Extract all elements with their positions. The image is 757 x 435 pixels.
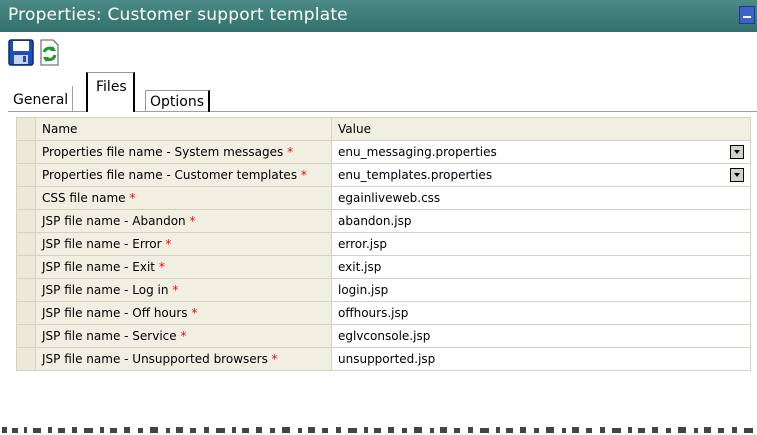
- required-marker: *: [172, 283, 179, 297]
- property-name-cell: Properties file name - Customer template…: [35, 163, 332, 187]
- window-title: Properties: Customer support template: [8, 5, 348, 25]
- title-bar: Properties: Customer support template: [0, 0, 757, 32]
- table-row[interactable]: JSP file name - Error * error.jsp: [16, 232, 751, 256]
- row-selector[interactable]: [16, 278, 36, 302]
- value-dropdown[interactable]: enu_messaging.properties: [331, 140, 751, 164]
- required-marker: *: [158, 260, 165, 274]
- property-name-cell: CSS file name *: [35, 186, 332, 210]
- tab-general[interactable]: General: [9, 86, 74, 112]
- property-value: egainliveweb.css: [338, 191, 441, 205]
- row-selector[interactable]: [16, 347, 36, 371]
- required-marker: *: [271, 352, 278, 366]
- row-selector[interactable]: [16, 209, 36, 233]
- value-dropdown[interactable]: enu_templates.properties: [331, 163, 751, 187]
- property-name-cell: JSP file name - Abandon *: [35, 209, 332, 233]
- table-row[interactable]: JSP file name - Log in * login.jsp: [16, 278, 751, 302]
- property-name: JSP file name - Exit: [42, 260, 156, 274]
- property-name: JSP file name - Error: [42, 237, 162, 251]
- table-row[interactable]: JSP file name - Service * eglvconsole.jsp: [16, 324, 751, 348]
- property-name-cell: JSP file name - Log in *: [35, 278, 332, 302]
- property-value: unsupported.jsp: [338, 352, 436, 366]
- property-value: eglvconsole.jsp: [338, 329, 431, 343]
- property-name: Properties file name - Customer template…: [42, 168, 298, 182]
- table-row[interactable]: JSP file name - Off hours * offhours.jsp: [16, 301, 751, 325]
- column-header-value[interactable]: Value: [331, 117, 751, 141]
- refresh-icon: [40, 39, 59, 66]
- property-name: JSP file name - Service: [42, 329, 177, 343]
- tab-strip: General Files Options: [8, 72, 757, 112]
- required-marker: *: [191, 306, 198, 320]
- dropdown-arrow-icon[interactable]: [730, 145, 744, 159]
- required-marker: *: [287, 145, 294, 159]
- save-button[interactable]: [8, 39, 34, 66]
- property-name-cell: JSP file name - Error *: [35, 232, 332, 256]
- row-selector[interactable]: [16, 163, 36, 187]
- required-marker: *: [189, 214, 196, 228]
- property-name: JSP file name - Log in: [42, 283, 169, 297]
- property-value: error.jsp: [338, 237, 387, 251]
- value-field[interactable]: error.jsp: [331, 232, 751, 256]
- required-marker: *: [180, 329, 187, 343]
- property-value: enu_messaging.properties: [338, 145, 497, 159]
- table-row[interactable]: JSP file name - Abandon * abandon.jsp: [16, 209, 751, 233]
- row-selector-header: [16, 117, 36, 141]
- value-field[interactable]: exit.jsp: [331, 255, 751, 279]
- value-field[interactable]: eglvconsole.jsp: [331, 324, 751, 348]
- value-field[interactable]: offhours.jsp: [331, 301, 751, 325]
- table-row[interactable]: Properties file name - Customer template…: [16, 163, 751, 187]
- property-value: abandon.jsp: [338, 214, 412, 228]
- table-row[interactable]: Properties file name - System messages *…: [16, 140, 751, 164]
- grid-header-row: Name Value: [16, 117, 751, 141]
- table-row[interactable]: JSP file name - Unsupported browsers * un…: [16, 347, 751, 371]
- row-selector[interactable]: [16, 232, 36, 256]
- refresh-button[interactable]: [36, 39, 62, 66]
- row-selector[interactable]: [16, 140, 36, 164]
- property-value: offhours.jsp: [338, 306, 409, 320]
- required-marker: *: [300, 168, 307, 182]
- row-selector[interactable]: [16, 324, 36, 348]
- property-name-cell: JSP file name - Off hours *: [35, 301, 332, 325]
- tab-files[interactable]: Files: [86, 72, 135, 112]
- dropdown-arrow-icon[interactable]: [730, 168, 744, 182]
- column-header-name[interactable]: Name: [35, 117, 332, 141]
- clipped-text-decoration: [2, 427, 753, 433]
- property-name-cell: JSP file name - Exit *: [35, 255, 332, 279]
- table-row[interactable]: JSP file name - Exit * exit.jsp: [16, 255, 751, 279]
- property-name: CSS file name: [42, 191, 126, 205]
- property-name: JSP file name - Off hours: [42, 306, 188, 320]
- property-name-cell: JSP file name - Unsupported browsers *: [35, 347, 332, 371]
- row-selector[interactable]: [16, 301, 36, 325]
- table-row[interactable]: CSS file name * egainliveweb.css: [16, 186, 751, 210]
- value-field[interactable]: login.jsp: [331, 278, 751, 302]
- property-name: JSP file name - Unsupported browsers: [42, 352, 268, 366]
- save-icon: [8, 39, 34, 66]
- partial-text-strip: [0, 424, 757, 435]
- property-name: Properties file name - System messages: [42, 145, 284, 159]
- property-name: JSP file name - Abandon: [42, 214, 186, 228]
- value-field[interactable]: abandon.jsp: [331, 209, 751, 233]
- property-value: login.jsp: [338, 283, 389, 297]
- properties-grid: Name Value Properties file name - System…: [16, 117, 751, 371]
- value-field[interactable]: egainliveweb.css: [331, 186, 751, 210]
- property-value: enu_templates.properties: [338, 168, 493, 182]
- required-marker: *: [129, 191, 136, 205]
- required-marker: *: [165, 237, 172, 251]
- tab-options[interactable]: Options: [145, 90, 211, 112]
- property-name-cell: JSP file name - Service *: [35, 324, 332, 348]
- row-selector[interactable]: [16, 255, 36, 279]
- property-value: exit.jsp: [338, 260, 382, 274]
- value-field[interactable]: unsupported.jsp: [331, 347, 751, 371]
- row-selector[interactable]: [16, 186, 36, 210]
- minimize-icon[interactable]: [739, 6, 755, 24]
- property-name-cell: Properties file name - System messages *: [35, 140, 332, 164]
